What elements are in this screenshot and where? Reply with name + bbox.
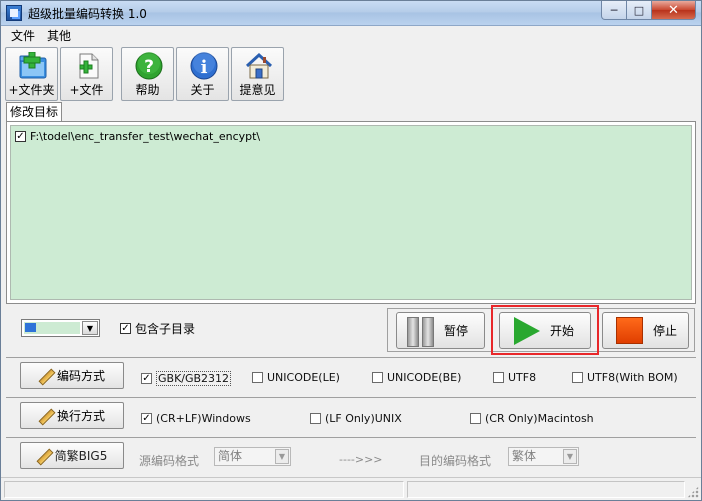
encoding-unicode-le-label: UNICODE(LE) bbox=[267, 371, 340, 384]
color-picker[interactable]: ▼ bbox=[21, 319, 100, 337]
color-swatch bbox=[24, 322, 80, 334]
stop-icon bbox=[616, 317, 643, 344]
encoding-unicode-be-label: UNICODE(BE) bbox=[387, 371, 462, 384]
close-icon: ✕ bbox=[668, 2, 679, 18]
add-folder-icon bbox=[19, 52, 47, 79]
encoding-gbk-label: GBK/GB2312 bbox=[156, 371, 232, 386]
target-encoding-select[interactable]: 繁体 ▼ bbox=[508, 447, 579, 466]
add-file-icon bbox=[79, 53, 99, 79]
help-icon: ? bbox=[135, 52, 163, 80]
source-encoding-value: 简体 bbox=[218, 449, 243, 463]
add-file-label: +文件 bbox=[69, 83, 104, 97]
menu-file[interactable]: 文件 bbox=[5, 27, 41, 44]
help-button[interactable]: ? 帮助 bbox=[121, 47, 174, 101]
stop-button[interactable]: 停止 bbox=[602, 312, 689, 349]
resize-grip-icon[interactable] bbox=[687, 486, 699, 498]
stop-label: 停止 bbox=[653, 324, 678, 338]
maximize-button[interactable]: □ bbox=[627, 1, 652, 20]
pause-button[interactable]: 暂停 bbox=[396, 312, 485, 349]
help-label: 帮助 bbox=[135, 83, 160, 97]
add-file-button[interactable]: +文件 bbox=[60, 47, 113, 101]
target-checkbox[interactable]: ✓ bbox=[15, 131, 26, 142]
include-subdirs-label: 包含子目录 bbox=[135, 322, 196, 336]
info-icon: i bbox=[190, 52, 218, 80]
add-folder-button[interactable]: +文件夹 bbox=[5, 47, 58, 101]
encoding-button-label: 编码方式 bbox=[56, 369, 105, 383]
encoding-gbk-checkbox[interactable]: ✓ bbox=[141, 373, 152, 384]
target-list[interactable]: ✓ F:\todel\enc_transfer_test\wechat_ency… bbox=[10, 125, 692, 300]
svg-text:i: i bbox=[201, 57, 208, 78]
source-encoding-label: 源编码格式 bbox=[139, 454, 200, 468]
title-bar[interactable]: 超级批量编码转换 1.0 ─ □ ✕ bbox=[1, 1, 701, 26]
linebreak-windows-label: (CR+LF)Windows bbox=[156, 412, 251, 425]
include-subdirs-option[interactable]: ✓ 包含子目录 bbox=[120, 320, 195, 337]
encoding-option-utf8[interactable]: UTF8 bbox=[493, 371, 536, 384]
tab-targets[interactable]: 修改目标 bbox=[6, 102, 62, 122]
app-icon bbox=[6, 5, 22, 21]
linebreak-option-mac[interactable]: (CR Only)Macintosh bbox=[470, 412, 594, 425]
window-title: 超级批量编码转换 1.0 bbox=[28, 7, 147, 21]
minimize-icon: ─ bbox=[610, 3, 618, 17]
targets-panel: ✓ F:\todel\enc_transfer_test\wechat_ency… bbox=[6, 121, 696, 304]
chevron-down-icon[interactable]: ▼ bbox=[82, 321, 98, 335]
linebreak-unix-label: (LF Only)UNIX bbox=[325, 412, 402, 425]
include-subdirs-checkbox[interactable]: ✓ bbox=[120, 323, 131, 334]
big5-button[interactable]: 简繁BIG5 bbox=[20, 442, 124, 469]
start-highlight-box bbox=[491, 305, 599, 355]
pencil-icon bbox=[39, 369, 53, 383]
status-bar bbox=[1, 477, 701, 500]
status-panel-left bbox=[4, 481, 404, 498]
encoding-utf8-label: UTF8 bbox=[508, 371, 537, 384]
linebreak-button-label: 换行方式 bbox=[56, 409, 105, 423]
app-window: 超级批量编码转换 1.0 ─ □ ✕ 文件 其他 +文件夹 +文件 ? 帮助 i… bbox=[0, 0, 702, 501]
minimize-button[interactable]: ─ bbox=[601, 1, 627, 20]
encoding-utf8-bom-label: UTF8(With BOM) bbox=[587, 371, 678, 384]
linebreak-mac-label: (CR Only)Macintosh bbox=[485, 412, 594, 425]
maximize-icon: □ bbox=[633, 3, 645, 17]
target-path: F:\todel\enc_transfer_test\wechat_encypt… bbox=[30, 130, 261, 143]
add-folder-label: +文件夹 bbox=[8, 83, 55, 97]
window-controls: ─ □ ✕ bbox=[601, 1, 696, 20]
about-label: 关于 bbox=[190, 83, 215, 97]
close-button[interactable]: ✕ bbox=[652, 1, 696, 20]
feedback-button[interactable]: 提意见 bbox=[231, 47, 284, 101]
big5-button-label: 简繁BIG5 bbox=[54, 449, 108, 463]
linebreak-windows-checkbox[interactable]: ✓ bbox=[141, 413, 152, 424]
pause-icon bbox=[406, 316, 434, 347]
pause-label: 暂停 bbox=[444, 324, 469, 338]
chevron-down-icon: ▼ bbox=[563, 449, 577, 464]
target-encoding-value: 繁体 bbox=[512, 449, 537, 463]
home-icon bbox=[245, 52, 273, 79]
encoding-unicode-be-checkbox[interactable] bbox=[372, 372, 383, 383]
encoding-option-unicode-be[interactable]: UNICODE(BE) bbox=[372, 371, 461, 384]
encoding-option-utf8-bom[interactable]: UTF8(With BOM) bbox=[572, 371, 678, 384]
encoding-option-gbk[interactable]: ✓ GBK/GB2312 bbox=[141, 371, 232, 386]
pencil-icon bbox=[39, 409, 53, 423]
about-button[interactable]: i 关于 bbox=[176, 47, 229, 101]
convert-arrow: ---->>> bbox=[339, 453, 383, 466]
menu-bar: 文件 其他 bbox=[1, 26, 701, 45]
status-panel-right bbox=[407, 481, 685, 498]
encoding-button[interactable]: 编码方式 bbox=[20, 362, 124, 389]
list-item[interactable]: ✓ F:\todel\enc_transfer_test\wechat_ency… bbox=[15, 130, 260, 143]
feedback-label: 提意见 bbox=[239, 83, 276, 97]
encoding-unicode-le-checkbox[interactable] bbox=[252, 372, 263, 383]
linebreak-mac-checkbox[interactable] bbox=[470, 413, 481, 424]
target-encoding-label: 目的编码格式 bbox=[419, 454, 492, 468]
linebreak-button[interactable]: 换行方式 bbox=[20, 402, 124, 429]
chevron-down-icon: ▼ bbox=[275, 449, 289, 464]
menu-other[interactable]: 其他 bbox=[41, 27, 77, 44]
encoding-utf8-checkbox[interactable] bbox=[493, 372, 504, 383]
toolbar: +文件夹 +文件 ? 帮助 i 关于 提意见 bbox=[5, 47, 286, 101]
svg-text:?: ? bbox=[144, 57, 154, 77]
encoding-utf8-bom-checkbox[interactable] bbox=[572, 372, 583, 383]
pencil-icon bbox=[37, 449, 51, 463]
source-encoding-select[interactable]: 简体 ▼ bbox=[214, 447, 291, 466]
encoding-option-unicode-le[interactable]: UNICODE(LE) bbox=[252, 371, 340, 384]
linebreak-unix-checkbox[interactable] bbox=[310, 413, 321, 424]
linebreak-option-unix[interactable]: (LF Only)UNIX bbox=[310, 412, 402, 425]
linebreak-option-windows[interactable]: ✓ (CR+LF)Windows bbox=[141, 412, 251, 425]
